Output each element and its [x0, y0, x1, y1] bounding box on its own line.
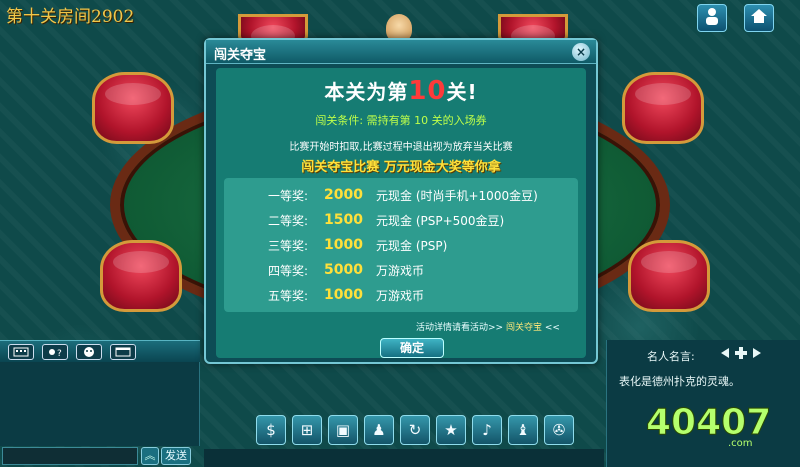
- prize-row: 二等奖: 1500 元现金 (PSP+500金豆): [268, 209, 504, 231]
- prize-slogan: 闯关夺宝比赛 万元现金大奖等你拿: [301, 160, 501, 175]
- user-button[interactable]: [697, 4, 727, 32]
- heading-prefix: 本关为第: [324, 80, 409, 104]
- friends-button[interactable]: ♝: [508, 415, 538, 445]
- dialog-body: 本关为第10关! 闯关条件: 需持有第 10 关的入场券 比赛开始时扣取,比赛过…: [216, 68, 586, 358]
- chat-input[interactable]: [2, 447, 138, 465]
- prize-desc: 元现金 (时尚手机+1000金豆): [376, 188, 538, 203]
- prize-desc: 万游戏币: [376, 288, 425, 303]
- prize-amount: 1000: [324, 237, 363, 253]
- prize-desc: 万游戏币: [376, 263, 425, 278]
- seat-left-lower[interactable]: [100, 240, 182, 312]
- help-button[interactable]: ?: [42, 343, 68, 360]
- dollar-button[interactable]: $: [256, 415, 286, 445]
- close-button[interactable]: ×: [572, 43, 590, 61]
- dialog-title: 闯关夺宝: [214, 48, 267, 63]
- card-icon: ▣: [335, 421, 351, 439]
- seat-right-upper[interactable]: [622, 72, 704, 144]
- activity-details: 活动详情请看活动>> 闯关夺宝 <<: [416, 320, 560, 333]
- prev-arrow-icon[interactable]: [719, 347, 731, 359]
- site-watermark: 40407 .com: [644, 400, 794, 456]
- svg-text:40407: 40407: [646, 402, 771, 440]
- prize-desc: 元现金 (PSP+500金豆): [376, 213, 505, 228]
- send-button[interactable]: 发送: [161, 447, 191, 465]
- prize-row: 一等奖: 2000 元现金 (时尚手机+1000金豆): [268, 184, 538, 206]
- activity-suffix: <<: [544, 323, 560, 333]
- people-icon: ♝: [516, 421, 530, 439]
- activity-link[interactable]: 闯关夺宝: [506, 323, 542, 333]
- level-dialog: 闯关夺宝 × 本关为第10关! 闯关条件: 需持有第 10 关的入场券 比赛开始…: [204, 38, 598, 364]
- users-icon: ♟: [372, 421, 386, 439]
- add-icon[interactable]: [734, 346, 748, 360]
- home-button[interactable]: [744, 4, 774, 32]
- prize-amount: 1500: [324, 212, 363, 228]
- home-icon: [750, 7, 768, 29]
- keyboard-button[interactable]: [8, 343, 34, 360]
- activity-text: 活动详情请看活动>>: [416, 323, 504, 333]
- card-button[interactable]: ▣: [328, 415, 358, 445]
- level-number: 10: [408, 76, 447, 106]
- prize-rank: 四等奖:: [268, 263, 309, 278]
- window-button[interactable]: [110, 343, 136, 360]
- refresh-icon: ↻: [408, 421, 422, 439]
- prize-rank: 二等奖:: [268, 213, 309, 228]
- prize-amount: 5000: [324, 262, 363, 278]
- smile-icon: [84, 346, 94, 357]
- prize-row: 三等奖: 1000 元现金 (PSP): [268, 234, 447, 256]
- keyboard-icon: [13, 347, 29, 356]
- dollar-icon: $: [266, 421, 276, 439]
- gear-icon: ✇: [552, 421, 566, 439]
- emoji-button[interactable]: [76, 343, 102, 360]
- heading-suffix: 关!: [446, 80, 478, 104]
- music-icon: ♪: [482, 421, 492, 439]
- prize-amount: 1000: [324, 287, 363, 303]
- prize-rank: 三等奖:: [268, 238, 309, 253]
- svg-text:?: ?: [57, 349, 62, 357]
- level-heading: 本关为第10关!: [216, 76, 586, 106]
- help-icon: ?: [49, 348, 62, 357]
- cart-icon: ⊞: [300, 421, 314, 439]
- seat-right-lower[interactable]: [628, 240, 710, 312]
- chat-toolbar: ?: [0, 340, 200, 362]
- star-icon: ★: [444, 421, 458, 439]
- confirm-button[interactable]: 确定: [380, 338, 444, 358]
- prize-row: 五等奖: 1000 万游戏币: [268, 284, 424, 306]
- user-icon: [704, 7, 720, 29]
- entry-condition: 闯关条件: 需持有第 10 关的入场券: [315, 114, 487, 127]
- status-strip: [204, 449, 604, 467]
- window-icon: [115, 347, 131, 356]
- prize-rank: 五等奖:: [268, 288, 309, 303]
- chat-log[interactable]: [0, 362, 200, 446]
- next-arrow-icon[interactable]: [751, 347, 763, 359]
- prize-list: 一等奖: 2000 元现金 (时尚手机+1000金豆) 二等奖: 1500 元现…: [224, 178, 578, 312]
- settings-button[interactable]: ✇: [544, 415, 574, 445]
- watermark-domain: .com: [728, 438, 753, 449]
- room-title: 第十关房间2902: [6, 7, 135, 27]
- music-button[interactable]: ♪: [472, 415, 502, 445]
- quote-header: 名人名言:: [647, 350, 695, 363]
- users-button[interactable]: ♟: [364, 415, 394, 445]
- match-notice: 比赛开始时扣取,比赛过程中退出视为放弃当关比赛: [289, 142, 513, 153]
- prize-row: 四等奖: 5000 万游戏币: [268, 259, 424, 281]
- dialog-header: 闯关夺宝 ×: [206, 40, 596, 64]
- quote-nav: [719, 346, 765, 360]
- chat-history-button[interactable]: ︽: [141, 447, 159, 465]
- seat-left-upper[interactable]: [92, 72, 174, 144]
- shop-button[interactable]: ⊞: [292, 415, 322, 445]
- quote-text: 表化是德州扑克的灵魂。: [619, 375, 740, 388]
- watermark-logo: 40407: [646, 402, 772, 444]
- refresh-button[interactable]: ↻: [400, 415, 430, 445]
- action-toolbar: $ ⊞ ▣ ♟ ↻ ★ ♪ ♝ ✇: [256, 414, 578, 446]
- prize-rank: 一等奖:: [268, 188, 309, 203]
- favorite-button[interactable]: ★: [436, 415, 466, 445]
- prize-desc: 元现金 (PSP): [376, 238, 448, 253]
- prize-amount: 2000: [324, 187, 363, 203]
